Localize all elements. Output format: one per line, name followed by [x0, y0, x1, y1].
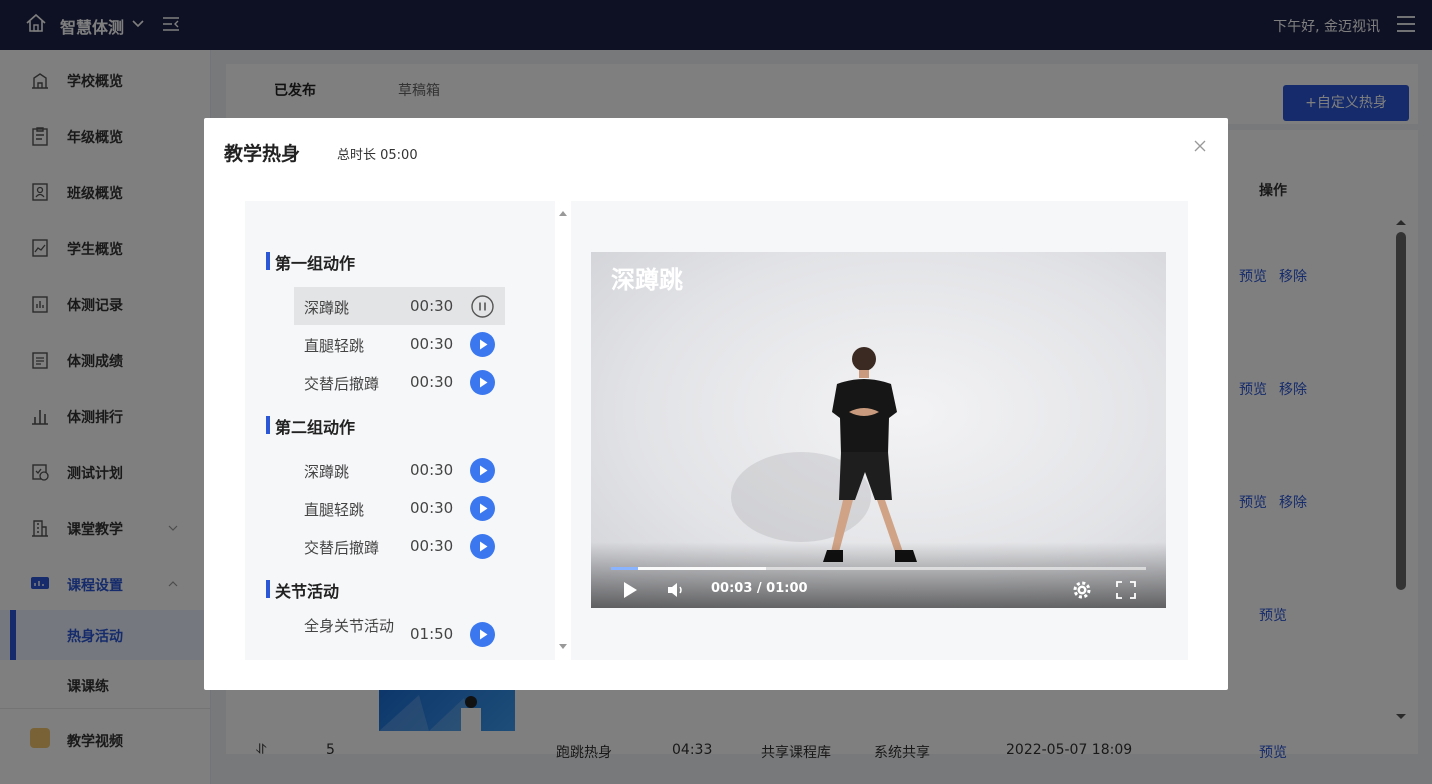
pause-icon[interactable]	[470, 294, 495, 319]
action-duration: 00:30	[410, 373, 454, 391]
preview-panel: 第一组动作 深蹲跳 00:30 直腿轻跳 00:30 交替后撤蹲 00:30 第…	[245, 201, 1188, 660]
action-name: 直腿轻跳	[304, 337, 365, 355]
action-duration: 00:30	[410, 335, 454, 353]
total-duration: 总时长 05:00	[337, 148, 418, 163]
play-icon[interactable]	[619, 580, 641, 600]
volume-icon[interactable]	[665, 580, 687, 600]
video-timecode: 00:03 / 01:00	[711, 581, 808, 596]
play-icon[interactable]	[470, 332, 495, 357]
gear-icon[interactable]	[1071, 580, 1093, 600]
action-name: 全身关节活动	[304, 617, 395, 635]
action-duration: 01:50	[410, 625, 454, 643]
action-name: 直腿轻跳	[304, 501, 365, 519]
warmup-preview-modal: 教学热身 总时长 05:00 第一组动作 深蹲跳 00:30 直腿轻跳 00:3…	[204, 118, 1228, 690]
video-player[interactable]: 深蹲跳 00:03 / 01:00	[591, 252, 1166, 608]
action-name: 深蹲跳	[304, 463, 350, 481]
action-duration: 00:30	[410, 537, 454, 555]
action-name: 交替后撤蹲	[304, 375, 380, 393]
action-duration: 00:30	[410, 499, 454, 517]
list-item[interactable]: 全身关节活动 01:50	[294, 615, 505, 653]
list-item[interactable]: 直腿轻跳 00:30	[294, 325, 505, 363]
video-progress-bar[interactable]	[611, 567, 1146, 570]
scroll-up-arrow[interactable]	[557, 209, 569, 217]
play-icon[interactable]	[470, 370, 495, 395]
action-name: 交替后撤蹲	[304, 539, 380, 557]
fullscreen-icon[interactable]	[1115, 580, 1137, 600]
action-duration: 00:30	[410, 297, 454, 315]
list-item[interactable]: 直腿轻跳 00:30	[294, 489, 505, 527]
play-icon[interactable]	[470, 534, 495, 559]
group-title: 第一组动作	[266, 250, 355, 274]
group-title: 第二组动作	[266, 414, 355, 438]
play-icon[interactable]	[470, 622, 495, 647]
list-item[interactable]: 深蹲跳 00:30	[294, 287, 505, 325]
played-bar	[611, 567, 638, 570]
video-title: 深蹲跳	[611, 266, 683, 294]
close-icon[interactable]	[1192, 138, 1208, 154]
list-item[interactable]: 交替后撤蹲 00:30	[294, 363, 505, 401]
action-duration: 00:30	[410, 461, 454, 479]
play-icon[interactable]	[470, 458, 495, 483]
group-title: 关节活动	[266, 578, 339, 602]
play-icon[interactable]	[470, 496, 495, 521]
list-scrollbar[interactable]	[555, 201, 571, 660]
action-list: 第一组动作 深蹲跳 00:30 直腿轻跳 00:30 交替后撤蹲 00:30 第…	[245, 201, 555, 660]
list-item[interactable]: 交替后撤蹲 00:30	[294, 527, 505, 565]
modal-title: 教学热身	[224, 143, 301, 165]
list-item[interactable]: 深蹲跳 00:30	[294, 451, 505, 489]
action-name: 深蹲跳	[304, 299, 350, 317]
scroll-down-arrow[interactable]	[557, 643, 569, 651]
